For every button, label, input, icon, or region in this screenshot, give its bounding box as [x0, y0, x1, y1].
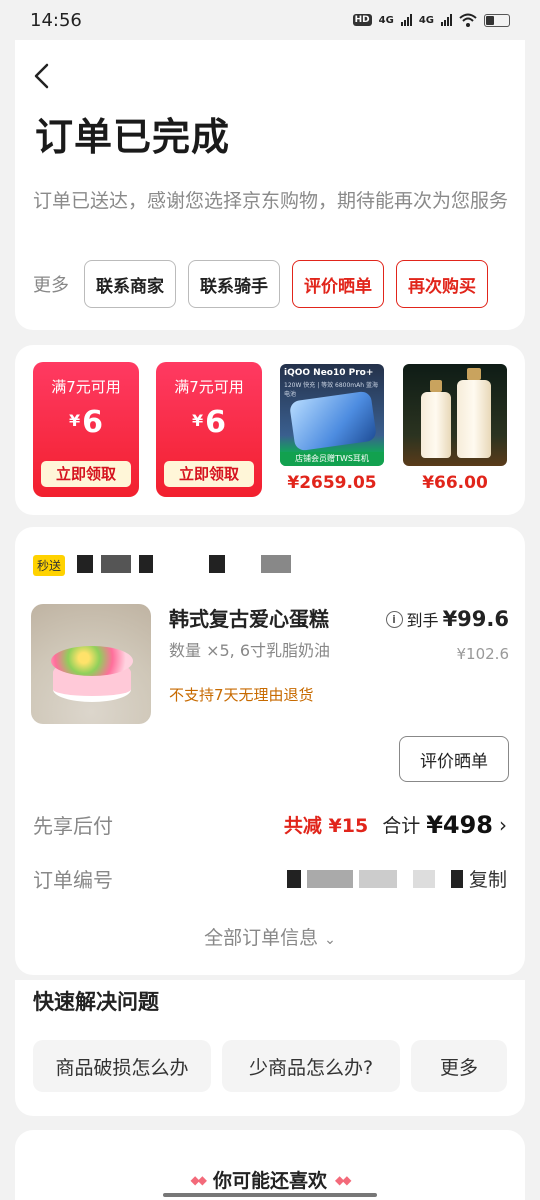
all-order-info-toggle[interactable]: 全部订单信息 ⌄: [15, 923, 525, 950]
home-indicator[interactable]: [163, 1193, 377, 1197]
total-label: 合计: [382, 815, 421, 837]
status-icons: HD 4G 4G: [352, 13, 510, 27]
phone-illustration: [288, 390, 378, 452]
chevron-right-icon: ›: [499, 812, 507, 837]
claim-coupon-button[interactable]: 立即领取: [164, 461, 254, 487]
review-product-button[interactable]: 评价晒单: [399, 736, 509, 782]
battery-icon: [484, 13, 510, 27]
product-spec: 数量 ×5, 6寸乳脂奶油: [169, 641, 331, 660]
decoration-icon: ◆◆: [190, 1172, 208, 1187]
final-price: i 到手 ¥99.6: [385, 607, 509, 631]
review-order-button[interactable]: 评价晒单: [292, 260, 384, 308]
status-time: 14:56: [30, 9, 82, 31]
damaged-item-button[interactable]: 商品破损怎么办: [33, 1040, 211, 1092]
net-label-1: 4G: [378, 14, 394, 26]
back-icon[interactable]: [30, 62, 54, 90]
product-name[interactable]: 韩式复古爱心蛋糕: [169, 603, 329, 632]
return-policy-note: 不支持7天无理由退货: [169, 686, 314, 704]
coupon-1[interactable]: 满7元可用 ¥6 立即领取: [33, 362, 139, 497]
discount-total: 共减 ¥15: [283, 815, 369, 837]
coupon-condition: 满7元可用: [51, 378, 121, 396]
signal-icon: [400, 14, 412, 26]
recommend-title-row: ◆◆ 你可能还喜欢 ◆◆: [0, 1166, 540, 1193]
claim-coupon-button[interactable]: 立即领取: [41, 461, 131, 487]
order-number-label: 订单编号: [33, 868, 113, 892]
contact-rider-button[interactable]: 联系骑手: [188, 260, 280, 308]
info-icon[interactable]: i: [385, 610, 403, 628]
chevron-down-icon: ⌄: [324, 932, 336, 948]
more-help-button[interactable]: 更多: [411, 1040, 507, 1092]
buy-again-button[interactable]: 再次购买: [396, 260, 488, 308]
order-card: 秒送 韩式复古爱心蛋糕 数量 ×5, 6寸乳脂奶油 不支持7天无理由退货 i 到…: [15, 527, 525, 975]
shampoo-product-image[interactable]: [403, 364, 507, 466]
order-number-redacted: 复制: [286, 865, 507, 892]
coupon-2[interactable]: 满7元可用 ¥6 立即领取: [156, 362, 262, 497]
phone-product-image[interactable]: iQOO Neo10 Pro+ 120W 快充 | 等效 6800mAh 蓝海电…: [280, 364, 384, 466]
page-title: 订单已完成: [35, 115, 231, 159]
quick-help-card: 快速解决问题 商品破损怎么办 少商品怎么办? 更多: [15, 980, 525, 1116]
total-value: ¥498: [426, 810, 493, 839]
hd-icon: HD: [352, 14, 372, 26]
status-bar: 14:56 HD 4G 4G: [0, 0, 540, 40]
original-price: ¥102.6: [456, 645, 510, 663]
copy-button[interactable]: 复制: [469, 865, 507, 892]
order-number-row: 订单编号 复制: [33, 864, 507, 893]
page-subtitle: 订单已送达，感谢您选择京东购物，期待能再次为您服务: [33, 190, 509, 212]
order-status-card: 订单已完成 订单已送达，感谢您选择京东购物，期待能再次为您服务 更多 联系商家 …: [15, 40, 525, 330]
recommend-title: 你可能还喜欢: [212, 1170, 327, 1192]
pay-later-label: 先享后付: [33, 814, 113, 838]
signal-icon-2: [441, 14, 452, 26]
cake-product-image[interactable]: [31, 604, 151, 724]
product-price: ¥66.00: [422, 473, 488, 493]
action-row: 更多 联系商家 联系骑手 评价晒单 再次购买: [33, 260, 500, 308]
payment-row[interactable]: 先享后付 共减 ¥15 合计 ¥498 ›: [33, 810, 507, 839]
quick-help-title: 快速解决问题: [33, 990, 159, 1014]
promo-card: 满7元可用 ¥6 立即领取 满7元可用 ¥6 立即领取 iQOO Neo10 P…: [15, 345, 525, 515]
shop-name-redacted[interactable]: [77, 554, 291, 574]
contact-seller-button[interactable]: 联系商家: [84, 260, 176, 308]
net-label-2: 4G: [418, 14, 434, 26]
shop-tag: 秒送: [33, 555, 66, 576]
missing-item-button[interactable]: 少商品怎么办?: [222, 1040, 400, 1092]
wifi-icon: [459, 13, 477, 27]
coupon-condition: 满7元可用: [174, 378, 244, 396]
coupon-amount: ¥6: [191, 405, 226, 440]
more-label[interactable]: 更多: [33, 271, 69, 297]
coupon-amount: ¥6: [68, 405, 103, 440]
product-price: ¥2659.05: [287, 473, 377, 493]
decoration-icon: ◆◆: [335, 1172, 352, 1187]
